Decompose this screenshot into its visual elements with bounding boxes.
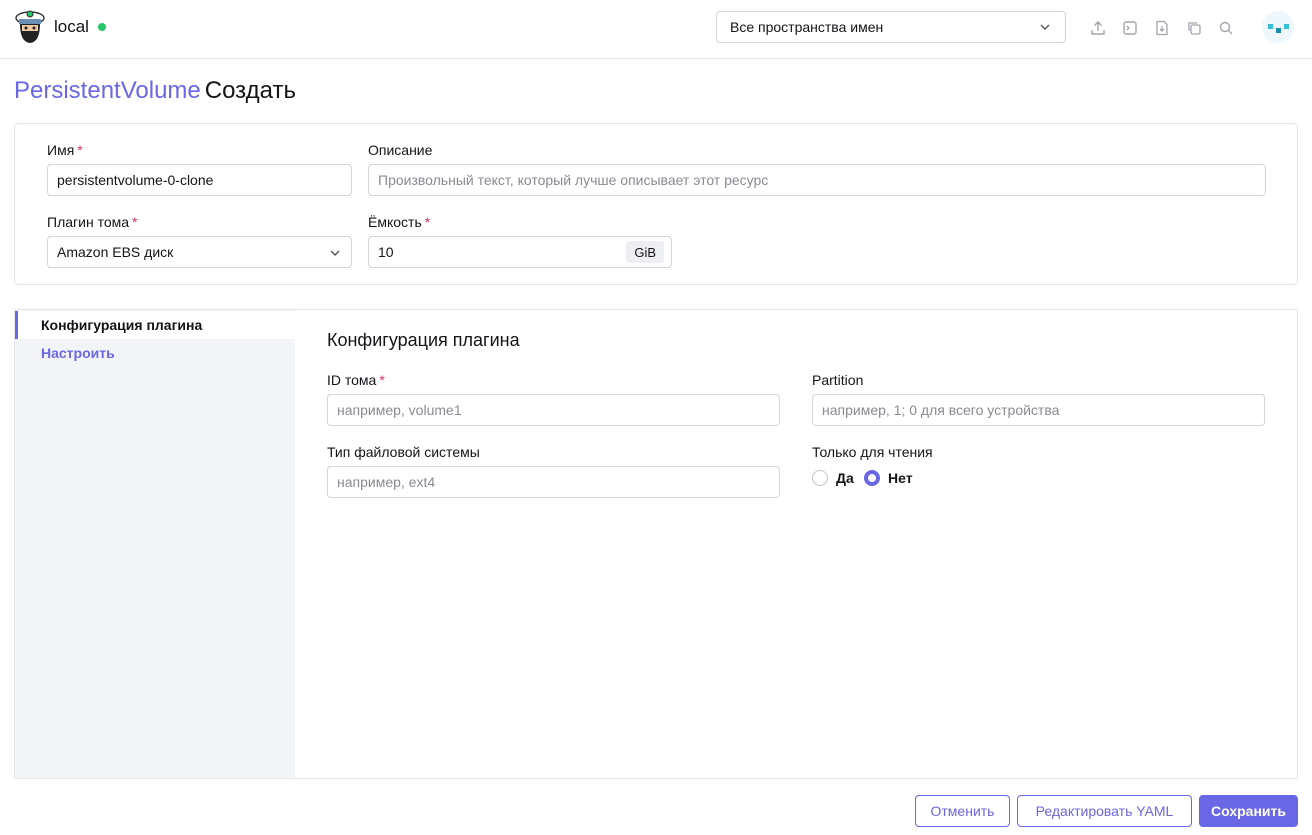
readonly-radio-yes[interactable]: Да xyxy=(812,470,854,486)
download-icon[interactable] xyxy=(1152,18,1171,37)
terminal-icon[interactable] xyxy=(1120,18,1139,37)
capacity-input-value: 10 xyxy=(378,244,394,260)
description-placeholder: Произвольный текст, который лучше описыв… xyxy=(378,172,769,188)
plugin-label: Плагин тома * xyxy=(47,214,137,230)
radio-circle[interactable] xyxy=(812,470,828,486)
name-input-value: persistentvolume-0-clone xyxy=(57,172,214,188)
capacity-label-text: Ёмкость xyxy=(368,214,422,230)
page-action: Создать xyxy=(204,77,296,104)
volume-id-label: ID тома * xyxy=(327,372,385,388)
name-label: Имя * xyxy=(47,142,83,158)
volume-id-input[interactable]: например, volume1 xyxy=(327,394,780,426)
tab-sidebar: Конфигурация плагина Настроить xyxy=(15,310,295,778)
readonly-radio-no[interactable]: Нет xyxy=(864,470,913,486)
header-tools xyxy=(1088,18,1235,37)
required-mark: * xyxy=(77,142,83,158)
cluster-status-dot xyxy=(98,23,106,31)
avatar-pattern-icon xyxy=(1268,24,1289,33)
plugin-select[interactable]: Amazon EBS диск xyxy=(47,236,352,268)
fs-type-placeholder: например, ext4 xyxy=(337,474,436,490)
tabbed-section: Конфигурация плагина Настроить Конфигура… xyxy=(14,309,1298,779)
resource-type-link[interactable]: PersistentVolume xyxy=(14,77,201,104)
description-label: Описание xyxy=(368,142,433,158)
cancel-button[interactable]: Отменить xyxy=(915,795,1010,827)
search-icon[interactable] xyxy=(1216,18,1235,37)
save-button[interactable]: Сохранить xyxy=(1199,795,1298,827)
required-mark: * xyxy=(379,372,385,388)
cluster-name[interactable]: local xyxy=(54,17,89,37)
chevron-down-icon xyxy=(1040,24,1050,30)
capacity-unit-badge: GiB xyxy=(626,241,664,263)
plugin-select-value: Amazon EBS диск xyxy=(57,244,174,260)
fs-type-label: Тип файловой системы xyxy=(327,444,480,460)
upload-icon[interactable] xyxy=(1088,18,1107,37)
readonly-label: Только для чтения xyxy=(812,444,933,460)
user-avatar[interactable] xyxy=(1262,11,1294,43)
partition-input[interactable]: например, 1; 0 для всего устройства xyxy=(812,394,1265,426)
plugin-config-title: Конфигурация плагина xyxy=(327,330,520,350)
page-title: PersistentVolume Создать xyxy=(14,77,296,105)
namespace-select[interactable]: Все пространства имен xyxy=(716,11,1066,43)
radio-no-label: Нет xyxy=(888,470,913,486)
cluster-logo-icon[interactable] xyxy=(14,8,46,46)
namespace-select-value: Все пространства имен xyxy=(730,19,884,35)
required-mark: * xyxy=(132,214,138,230)
copy-icon[interactable] xyxy=(1184,18,1203,37)
radio-circle-selected[interactable] xyxy=(864,470,880,486)
name-label-text: Имя xyxy=(47,142,75,158)
capacity-input[interactable]: 10 GiB xyxy=(368,236,672,268)
plugin-label-text: Плагин тома xyxy=(47,214,130,230)
description-input[interactable]: Произвольный текст, который лучше описыв… xyxy=(368,164,1266,196)
radio-yes-label: Да xyxy=(836,470,854,486)
chevron-down-icon xyxy=(330,250,340,256)
volume-id-placeholder: например, volume1 xyxy=(337,402,462,418)
partition-placeholder: например, 1; 0 для всего устройства xyxy=(822,402,1060,418)
name-input[interactable]: persistentvolume-0-clone xyxy=(47,164,352,196)
required-mark: * xyxy=(424,214,431,230)
tab-customize[interactable]: Настроить xyxy=(15,339,295,367)
tab-plugin-config[interactable]: Конфигурация плагина xyxy=(15,311,295,339)
volume-id-label-text: ID тома xyxy=(327,372,377,388)
basic-info-card: Имя * persistentvolume-0-clone Описание П… xyxy=(14,123,1298,285)
fs-type-input[interactable]: например, ext4 xyxy=(327,466,780,498)
edit-yaml-button[interactable]: Редактировать YAML xyxy=(1017,795,1192,827)
partition-label: Partition xyxy=(812,372,864,388)
capacity-label: Ёмкость * xyxy=(368,214,430,230)
top-bar: local Все пространства имен xyxy=(0,0,1312,59)
